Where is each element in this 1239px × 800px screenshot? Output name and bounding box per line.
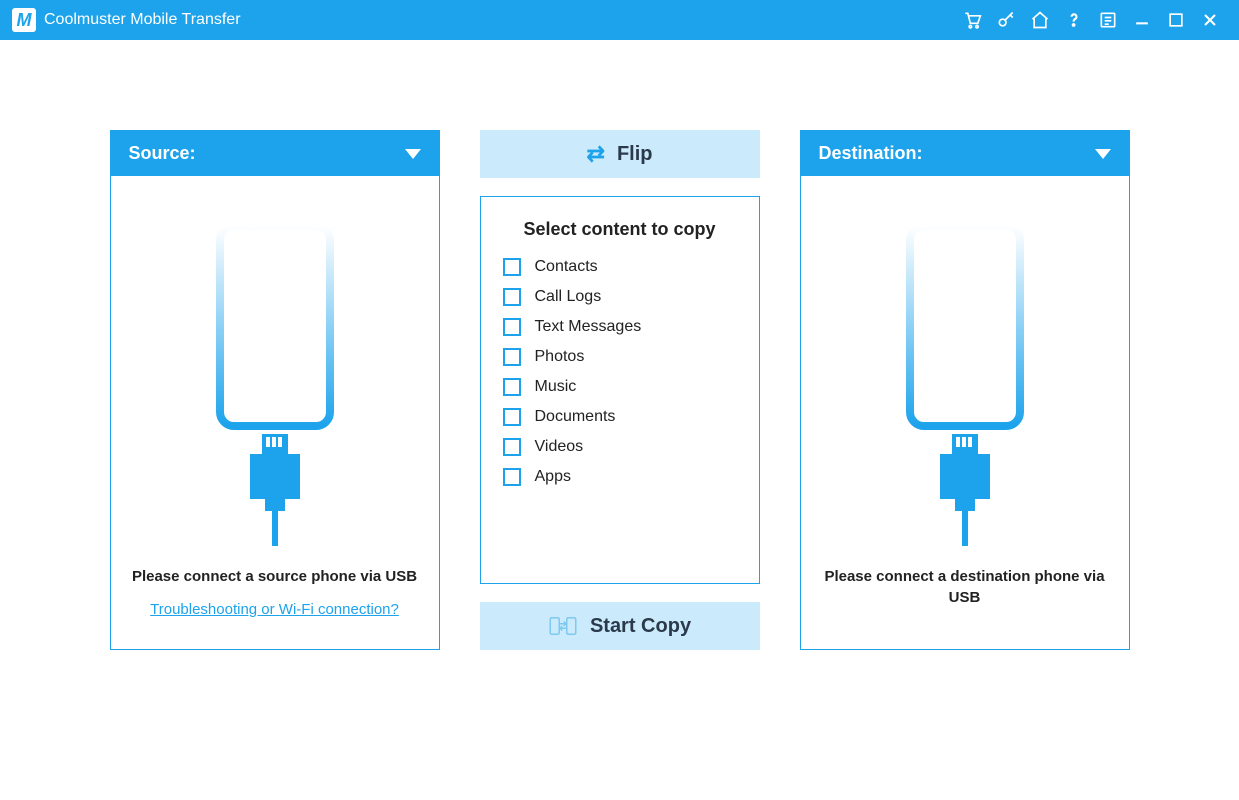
transfer-icon [548, 611, 578, 641]
checkbox-call-logs[interactable] [503, 288, 521, 306]
troubleshoot-link[interactable]: Troubleshooting or Wi-Fi connection? [150, 601, 399, 618]
checkbox-apps[interactable] [503, 468, 521, 486]
start-copy-label: Start Copy [590, 615, 691, 638]
titlebar: M Coolmuster Mobile Transfer [0, 0, 1239, 40]
flip-button[interactable]: ⇄ Flip [480, 130, 760, 178]
source-header[interactable]: Source: [111, 131, 439, 176]
option-label[interactable]: Apps [535, 468, 571, 486]
content-option-text-messages: Text Messages [503, 318, 737, 336]
option-label[interactable]: Photos [535, 348, 585, 366]
checkbox-music[interactable] [503, 378, 521, 396]
content-option-call-logs: Call Logs [503, 288, 737, 306]
key-icon[interactable] [989, 3, 1023, 37]
option-label[interactable]: Contacts [535, 258, 598, 276]
destination-message: Please connect a destination phone via U… [821, 566, 1109, 608]
content-option-videos: Videos [503, 438, 737, 456]
app-title: Coolmuster Mobile Transfer [44, 11, 241, 29]
flip-label: Flip [617, 143, 653, 166]
start-copy-button[interactable]: Start Copy [480, 602, 760, 650]
destination-header[interactable]: Destination: [801, 131, 1129, 176]
source-header-label: Source: [129, 143, 196, 164]
option-label[interactable]: Call Logs [535, 288, 602, 306]
help-icon[interactable] [1057, 3, 1091, 37]
source-panel: Source: Please connect a source phone vi… [110, 130, 440, 650]
home-icon[interactable] [1023, 3, 1057, 37]
maximize-icon[interactable] [1159, 3, 1193, 37]
content-option-documents: Documents [503, 408, 737, 426]
minimize-icon[interactable] [1125, 3, 1159, 37]
checkbox-documents[interactable] [503, 408, 521, 426]
content-select-box: Select content to copy Contacts Call Logs… [480, 196, 760, 584]
option-label[interactable]: Videos [535, 438, 584, 456]
phone-usb-icon [885, 216, 1045, 546]
checkbox-photos[interactable] [503, 348, 521, 366]
cart-icon[interactable] [955, 3, 989, 37]
center-column: ⇄ Flip Select content to copy Contacts Ca… [480, 130, 760, 650]
destination-header-label: Destination: [819, 143, 923, 164]
feedback-icon[interactable] [1091, 3, 1125, 37]
checkbox-videos[interactable] [503, 438, 521, 456]
main-area: Source: Please connect a source phone vi… [0, 40, 1239, 650]
content-option-photos: Photos [503, 348, 737, 366]
content-option-music: Music [503, 378, 737, 396]
chevron-down-icon [1095, 149, 1111, 159]
app-logo: M [12, 8, 36, 32]
option-label[interactable]: Music [535, 378, 577, 396]
content-option-contacts: Contacts [503, 258, 737, 276]
chevron-down-icon [405, 149, 421, 159]
close-icon[interactable] [1193, 3, 1227, 37]
option-label[interactable]: Documents [535, 408, 616, 426]
phone-usb-icon [195, 216, 355, 546]
swap-icon: ⇄ [587, 141, 605, 167]
select-title: Select content to copy [503, 219, 737, 240]
checkbox-text-messages[interactable] [503, 318, 521, 336]
source-message: Please connect a source phone via USB [131, 566, 419, 587]
destination-panel: Destination: Please connect a destinatio… [800, 130, 1130, 650]
option-label[interactable]: Text Messages [535, 318, 642, 336]
checkbox-contacts[interactable] [503, 258, 521, 276]
content-option-apps: Apps [503, 468, 737, 486]
